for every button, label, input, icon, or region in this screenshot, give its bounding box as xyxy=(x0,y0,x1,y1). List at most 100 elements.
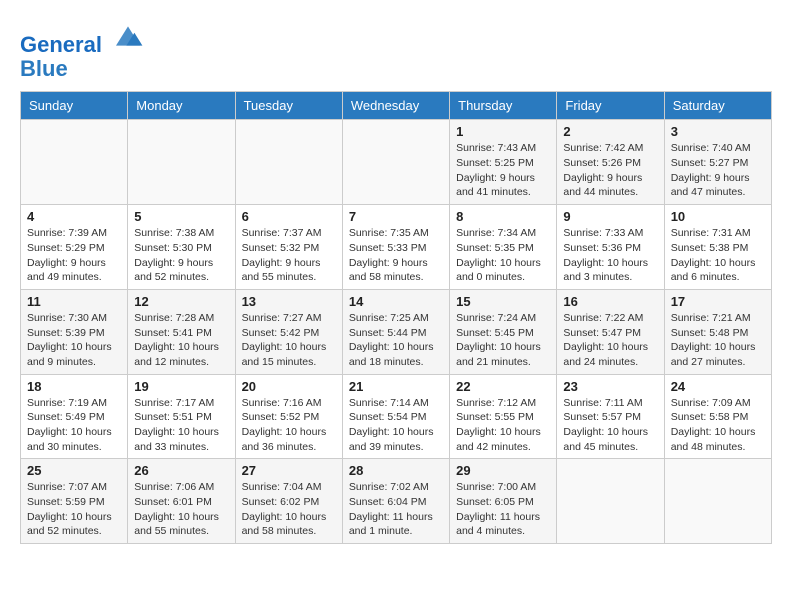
day-number: 9 xyxy=(563,209,657,224)
column-header-wednesday: Wednesday xyxy=(342,92,449,120)
calendar-cell: 18Sunrise: 7:19 AMSunset: 5:49 PMDayligh… xyxy=(21,374,128,459)
day-number: 11 xyxy=(27,294,121,309)
day-number: 19 xyxy=(134,379,228,394)
calendar-body: 1 Sunrise: 7:43 AMSunset: 5:25 PMDaylight… xyxy=(21,120,772,544)
day-info: Sunrise: 7:38 AMSunset: 5:30 PMDaylight:… xyxy=(134,226,228,285)
logo-blue: Blue xyxy=(20,57,144,81)
day-info: Sunrise: 7:40 AMSunset: 5:27 PMDaylight:… xyxy=(671,141,765,200)
calendar-cell: 17 Sunrise: 7:21 AMSunset: 5:48 PMDayligh… xyxy=(664,289,771,374)
calendar-cell xyxy=(664,459,771,544)
calendar-header-row: SundayMondayTuesdayWednesdayThursdayFrid… xyxy=(21,92,772,120)
calendar-cell: 28 Sunrise: 7:02 AMSunset: 6:04 PMDayligh… xyxy=(342,459,449,544)
calendar-cell: 16Sunrise: 7:22 AMSunset: 5:47 PMDayligh… xyxy=(557,289,664,374)
day-number: 14 xyxy=(349,294,443,309)
day-info: Sunrise: 7:11 AMSunset: 5:57 PMDaylight:… xyxy=(563,396,657,455)
day-number: 8 xyxy=(456,209,550,224)
day-info: Sunrise: 7:33 AMSunset: 5:36 PMDaylight:… xyxy=(563,226,657,285)
day-number: 5 xyxy=(134,209,228,224)
day-info: Sunrise: 7:28 AMSunset: 5:41 PMDaylight:… xyxy=(134,311,228,370)
day-number: 21 xyxy=(349,379,443,394)
calendar-cell: 9 Sunrise: 7:33 AMSunset: 5:36 PMDaylight… xyxy=(557,205,664,290)
day-number: 15 xyxy=(456,294,550,309)
day-info: Sunrise: 7:25 AMSunset: 5:44 PMDaylight:… xyxy=(349,311,443,370)
day-number: 20 xyxy=(242,379,336,394)
day-info: Sunrise: 7:06 AMSunset: 6:01 PMDaylight:… xyxy=(134,480,228,539)
calendar-cell: 11 Sunrise: 7:30 AMSunset: 5:39 PMDayligh… xyxy=(21,289,128,374)
day-info: Sunrise: 7:02 AMSunset: 6:04 PMDaylight:… xyxy=(349,480,443,539)
column-header-friday: Friday xyxy=(557,92,664,120)
calendar-cell: 20 Sunrise: 7:16 AMSunset: 5:52 PMDayligh… xyxy=(235,374,342,459)
logo-icon xyxy=(112,20,144,52)
calendar-cell: 7 Sunrise: 7:35 AMSunset: 5:33 PMDaylight… xyxy=(342,205,449,290)
day-number: 6 xyxy=(242,209,336,224)
day-number: 13 xyxy=(242,294,336,309)
calendar-cell: 19 Sunrise: 7:17 AMSunset: 5:51 PMDayligh… xyxy=(128,374,235,459)
day-info: Sunrise: 7:39 AMSunset: 5:29 PMDaylight:… xyxy=(27,226,121,285)
calendar-cell: 25Sunrise: 7:07 AMSunset: 5:59 PMDayligh… xyxy=(21,459,128,544)
day-info: Sunrise: 7:22 AMSunset: 5:47 PMDaylight:… xyxy=(563,311,657,370)
calendar-week-2: 4 Sunrise: 7:39 AMSunset: 5:29 PMDaylight… xyxy=(21,205,772,290)
calendar-cell xyxy=(128,120,235,205)
day-number: 10 xyxy=(671,209,765,224)
day-number: 18 xyxy=(27,379,121,394)
day-info: Sunrise: 7:17 AMSunset: 5:51 PMDaylight:… xyxy=(134,396,228,455)
day-info: Sunrise: 7:12 AMSunset: 5:55 PMDaylight:… xyxy=(456,396,550,455)
day-number: 23 xyxy=(563,379,657,394)
day-number: 2 xyxy=(563,124,657,139)
calendar-table: SundayMondayTuesdayWednesdayThursdayFrid… xyxy=(20,91,772,544)
day-info: Sunrise: 7:21 AMSunset: 5:48 PMDaylight:… xyxy=(671,311,765,370)
calendar-cell: 13 Sunrise: 7:27 AMSunset: 5:42 PMDayligh… xyxy=(235,289,342,374)
calendar-cell: 3 Sunrise: 7:40 AMSunset: 5:27 PMDaylight… xyxy=(664,120,771,205)
day-info: Sunrise: 7:43 AMSunset: 5:25 PMDaylight:… xyxy=(456,141,550,200)
day-number: 22 xyxy=(456,379,550,394)
calendar-cell: 23 Sunrise: 7:11 AMSunset: 5:57 PMDayligh… xyxy=(557,374,664,459)
day-number: 28 xyxy=(349,463,443,478)
day-info: Sunrise: 7:30 AMSunset: 5:39 PMDaylight:… xyxy=(27,311,121,370)
column-header-sunday: Sunday xyxy=(21,92,128,120)
column-header-monday: Monday xyxy=(128,92,235,120)
calendar-cell: 26 Sunrise: 7:06 AMSunset: 6:01 PMDayligh… xyxy=(128,459,235,544)
day-info: Sunrise: 7:00 AMSunset: 6:05 PMDaylight:… xyxy=(456,480,550,539)
day-number: 26 xyxy=(134,463,228,478)
calendar-cell xyxy=(21,120,128,205)
calendar-cell xyxy=(235,120,342,205)
day-number: 7 xyxy=(349,209,443,224)
calendar-week-5: 25Sunrise: 7:07 AMSunset: 5:59 PMDayligh… xyxy=(21,459,772,544)
day-number: 24 xyxy=(671,379,765,394)
calendar-week-3: 11 Sunrise: 7:30 AMSunset: 5:39 PMDayligh… xyxy=(21,289,772,374)
calendar-cell: 21 Sunrise: 7:14 AMSunset: 5:54 PMDayligh… xyxy=(342,374,449,459)
column-header-tuesday: Tuesday xyxy=(235,92,342,120)
day-info: Sunrise: 7:42 AMSunset: 5:26 PMDaylight:… xyxy=(563,141,657,200)
day-info: Sunrise: 7:35 AMSunset: 5:33 PMDaylight:… xyxy=(349,226,443,285)
calendar-cell: 1 Sunrise: 7:43 AMSunset: 5:25 PMDaylight… xyxy=(450,120,557,205)
logo: General Blue xyxy=(20,20,144,81)
day-number: 3 xyxy=(671,124,765,139)
day-info: Sunrise: 7:27 AMSunset: 5:42 PMDaylight:… xyxy=(242,311,336,370)
column-header-saturday: Saturday xyxy=(664,92,771,120)
calendar-cell: 27Sunrise: 7:04 AMSunset: 6:02 PMDayligh… xyxy=(235,459,342,544)
day-number: 1 xyxy=(456,124,550,139)
calendar-cell: 6 Sunrise: 7:37 AMSunset: 5:32 PMDaylight… xyxy=(235,205,342,290)
calendar-cell: 29 Sunrise: 7:00 AMSunset: 6:05 PMDayligh… xyxy=(450,459,557,544)
column-header-thursday: Thursday xyxy=(450,92,557,120)
calendar-cell: 2 Sunrise: 7:42 AMSunset: 5:26 PMDaylight… xyxy=(557,120,664,205)
calendar-cell: 14 Sunrise: 7:25 AMSunset: 5:44 PMDayligh… xyxy=(342,289,449,374)
day-info: Sunrise: 7:31 AMSunset: 5:38 PMDaylight:… xyxy=(671,226,765,285)
calendar-week-4: 18Sunrise: 7:19 AMSunset: 5:49 PMDayligh… xyxy=(21,374,772,459)
calendar-cell: 22 Sunrise: 7:12 AMSunset: 5:55 PMDayligh… xyxy=(450,374,557,459)
day-number: 4 xyxy=(27,209,121,224)
logo-general: General xyxy=(20,32,102,57)
day-info: Sunrise: 7:16 AMSunset: 5:52 PMDaylight:… xyxy=(242,396,336,455)
calendar-cell xyxy=(557,459,664,544)
day-number: 17 xyxy=(671,294,765,309)
calendar-cell: 8Sunrise: 7:34 AMSunset: 5:35 PMDaylight… xyxy=(450,205,557,290)
day-info: Sunrise: 7:37 AMSunset: 5:32 PMDaylight:… xyxy=(242,226,336,285)
calendar-cell: 5 Sunrise: 7:38 AMSunset: 5:30 PMDaylight… xyxy=(128,205,235,290)
day-number: 12 xyxy=(134,294,228,309)
day-number: 29 xyxy=(456,463,550,478)
calendar-cell: 10 Sunrise: 7:31 AMSunset: 5:38 PMDayligh… xyxy=(664,205,771,290)
day-info: Sunrise: 7:24 AMSunset: 5:45 PMDaylight:… xyxy=(456,311,550,370)
calendar-week-1: 1 Sunrise: 7:43 AMSunset: 5:25 PMDaylight… xyxy=(21,120,772,205)
calendar-cell: 15 Sunrise: 7:24 AMSunset: 5:45 PMDayligh… xyxy=(450,289,557,374)
day-info: Sunrise: 7:14 AMSunset: 5:54 PMDaylight:… xyxy=(349,396,443,455)
